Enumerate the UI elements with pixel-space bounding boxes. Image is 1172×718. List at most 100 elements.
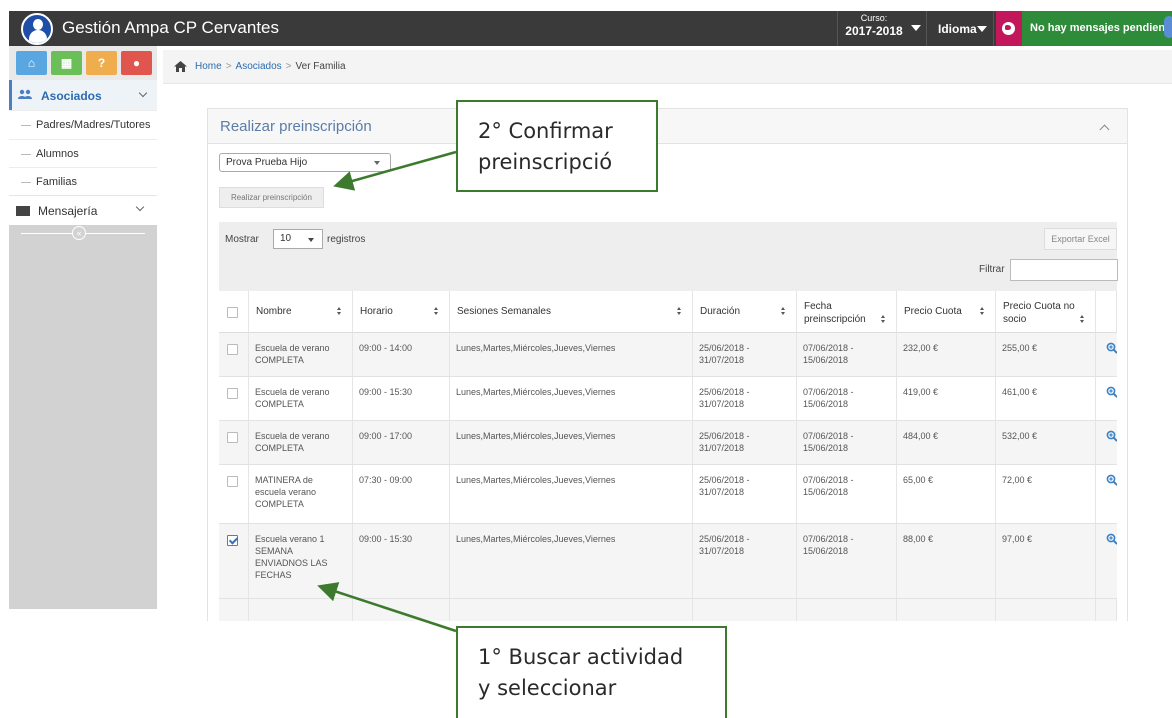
cell-empty <box>797 599 897 621</box>
zoom-in-icon[interactable] <box>1106 386 1117 398</box>
cell-horario: 09:00 - 17:00 <box>353 421 450 464</box>
home-icon <box>174 61 187 72</box>
column-header <box>219 291 249 333</box>
sidebar-item-familias[interactable]: Familias <box>9 167 157 196</box>
sidebar-section-mensajeria[interactable]: Mensajería <box>9 195 157 225</box>
breadcrumb-separator: > <box>285 61 292 72</box>
column-header[interactable]: Duración <box>693 291 797 333</box>
breadcrumb-asociados[interactable]: Asociados <box>236 61 282 72</box>
globe-button[interactable] <box>996 11 1022 46</box>
idioma-menu[interactable]: Idioma <box>938 22 977 36</box>
export-excel-button[interactable]: Exportar Excel <box>1044 228 1117 250</box>
row-checkbox[interactable] <box>227 344 238 355</box>
column-header-label: Precio Cuota no socio <box>1003 301 1075 325</box>
sort-icon[interactable] <box>781 307 786 316</box>
sort-icon[interactable] <box>1080 315 1085 324</box>
filter-input[interactable] <box>1010 259 1118 281</box>
table-row[interactable]: Escuela de verano COMPLETA 09:00 - 17:00 L… <box>219 421 1117 465</box>
cell-value: 255,00 € <box>1002 343 1038 353</box>
idioma-caret-icon[interactable] <box>977 26 987 32</box>
cell-value: 25/06/2018 - 31/07/2018 <box>699 475 750 497</box>
cell-horario: 07:30 - 09:00 <box>353 465 450 523</box>
column-header-label: Sesiones Semanales <box>457 306 551 317</box>
realizar-preinscripcion-button[interactable]: Realizar preinscripción <box>219 187 324 208</box>
row-checkbox[interactable] <box>227 476 238 487</box>
sidebar-collapse-bar: « <box>9 225 157 241</box>
ampa-logo[interactable] <box>21 13 53 45</box>
cell-nombre: Escuela verano 1 SEMANA ENVIADNOS LAS FE… <box>249 524 353 598</box>
sort-icon[interactable] <box>677 307 682 316</box>
cell-value: Escuela verano 1 SEMANA ENVIADNOS LAS FE… <box>255 534 328 580</box>
app-title[interactable]: Gestión Ampa CP Cervantes <box>62 18 279 38</box>
cell-value: 461,00 € <box>1002 387 1038 397</box>
child-select-value: Prova Prueba Hijo <box>226 157 308 168</box>
zoom-in-icon[interactable] <box>1106 474 1117 486</box>
cell-empty <box>693 599 797 621</box>
records-label: registros <box>327 234 366 245</box>
cell-empty <box>249 599 353 621</box>
sidebar-item-label: Familias <box>36 176 77 188</box>
view-cell <box>1096 421 1117 464</box>
zoom-in-icon[interactable] <box>1106 342 1117 354</box>
sidebar-section-asociados[interactable]: Asociados <box>9 80 157 110</box>
collapse-sidebar-button[interactable]: « <box>72 226 86 240</box>
help-shortcut-button[interactable]: ? <box>86 51 117 75</box>
row-checkbox[interactable] <box>227 432 238 443</box>
page-length-select[interactable]: 10 <box>273 229 323 249</box>
cell-nombre: Escuela de verano COMPLETA <box>249 377 353 420</box>
user-menu-edge[interactable] <box>1164 16 1172 38</box>
filter-label: Filtrar <box>979 264 1005 275</box>
cell-value: Escuela de verano COMPLETA <box>255 343 330 365</box>
sort-icon[interactable] <box>881 315 886 324</box>
chevron-down-icon <box>138 88 148 98</box>
column-header[interactable]: Sesiones Semanales <box>450 291 693 333</box>
table-row[interactable]: Escuela de verano COMPLETA 09:00 - 15:30 L… <box>219 377 1117 421</box>
zoom-in-icon[interactable] <box>1106 430 1117 442</box>
curso-value: 2017-2018 <box>845 24 903 38</box>
cell-value: 09:00 - 14:00 <box>359 343 413 353</box>
cell-value: 97,00 € <box>1002 534 1033 544</box>
cell-value: 232,00 € <box>903 343 939 353</box>
zoom-in-icon[interactable] <box>1106 533 1117 545</box>
table-row-partial[interactable] <box>219 599 1117 621</box>
chat-icon: ● <box>132 56 141 70</box>
sort-icon[interactable] <box>434 307 439 316</box>
select-all-checkbox[interactable] <box>227 307 238 318</box>
cell-precio-no-socio: 461,00 € <box>996 377 1096 420</box>
select-cell <box>219 421 249 464</box>
chevron-down-icon <box>308 238 314 242</box>
column-header[interactable]: Precio Cuota <box>897 291 996 333</box>
column-header[interactable]: Horario <box>353 291 450 333</box>
breadcrumb-home[interactable]: Home <box>195 61 222 72</box>
tree-line <box>21 154 31 155</box>
row-checkbox[interactable] <box>227 388 238 399</box>
column-header[interactable]: Fecha preinscripción <box>797 291 897 333</box>
chat-shortcut-button[interactable]: ● <box>121 51 152 75</box>
select-cell <box>219 465 249 523</box>
breadcrumb-current: Ver Familia <box>295 61 346 72</box>
curso-caret-icon[interactable] <box>911 25 921 31</box>
calendar-shortcut-button[interactable]: ▦ <box>51 51 82 75</box>
home-shortcut-button[interactable]: ⌂ <box>16 51 47 75</box>
sidebar-section-label: Mensajería <box>38 204 98 218</box>
column-header[interactable]: Precio Cuota no socio <box>996 291 1096 333</box>
curso-selector[interactable]: Curso: 2017-2018 <box>843 14 905 38</box>
messages-status[interactable]: No hay mensajes pendientes <box>1022 11 1172 46</box>
sort-icon[interactable] <box>980 307 985 316</box>
collapse-panel-chevron-up-icon[interactable] <box>1099 124 1110 135</box>
cell-nombre: Escuela de verano COMPLETA <box>249 333 353 376</box>
cell-value: Escuela de verano COMPLETA <box>255 431 330 453</box>
cell-empty <box>450 599 693 621</box>
row-checkbox[interactable] <box>227 535 238 546</box>
table-row[interactable]: MATINERA de escuela verano COMPLETA 07:30… <box>219 465 1117 524</box>
child-select[interactable]: Prova Prueba Hijo <box>219 153 391 172</box>
table-row[interactable]: Escuela de verano COMPLETA 09:00 - 14:00 L… <box>219 333 1117 377</box>
show-label: Mostrar <box>225 234 259 245</box>
table-row[interactable]: Escuela verano 1 SEMANA ENVIADNOS LAS FE… <box>219 524 1117 599</box>
column-header-label: Horario <box>360 306 393 317</box>
sidebar-item-padres[interactable]: Padres/Madres/Tutores <box>9 110 157 139</box>
sort-icon[interactable] <box>337 307 342 316</box>
sidebar-item-alumnos[interactable]: Alumnos <box>9 139 157 168</box>
column-header[interactable]: Nombre <box>249 291 353 333</box>
cell-value: 25/06/2018 - 31/07/2018 <box>699 343 750 365</box>
